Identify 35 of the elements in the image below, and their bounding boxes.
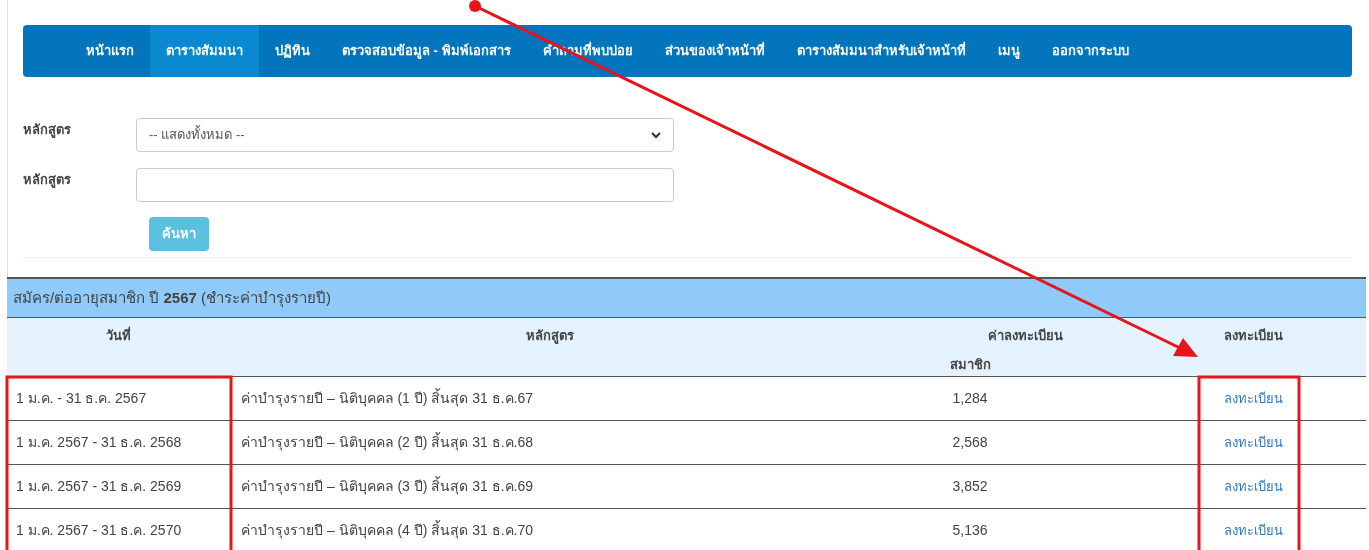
nav-tab[interactable]: เมนู xyxy=(981,25,1036,77)
column-header: ลงทะเบียน xyxy=(1223,327,1283,345)
column-header: วันที่ xyxy=(106,326,131,345)
course-cell: ค่าบำรุงรายปี – นิติบุคคล (2 ปี) สิ้นสุด 31 ธ.ค.68 xyxy=(241,432,534,453)
column-header: หลักสูตร xyxy=(526,327,574,346)
fee-cell-text: 1,284 xyxy=(952,389,988,408)
course-cell: ค่าบำรุงรายปี – นิติบุคคล (3 ปี) สิ้นสุด 31 ธ.ค.69 xyxy=(241,476,534,497)
date-cell-text: 1 ม.ค. - 31 ธ.ค. 2567 xyxy=(16,389,147,408)
column-subheader: สมาชิก xyxy=(949,355,991,374)
register-link[interactable]: ลงทะเบียน xyxy=(1223,432,1283,453)
fee-cell-text: 5,136 xyxy=(952,521,988,540)
column-header: ค่าลงทะเบียน xyxy=(987,327,1063,345)
date-cell-text: 1 ม.ค. 2567 - 31 ธ.ค. 2568 xyxy=(16,433,182,452)
nav-tab[interactable]: ตารางสัมมนาสำหรับเจ้าหน้าที่ xyxy=(780,25,982,77)
chevron-down-icon xyxy=(651,131,661,139)
nav-tab[interactable]: หน้าแรก xyxy=(70,25,150,77)
fee-cell-text: 2,568 xyxy=(952,433,988,452)
register-link[interactable]: ลงทะเบียน xyxy=(1223,476,1283,497)
course-cell: ค่าบำรุงรายปี – นิติบุคคล (1 ปี) สิ้นสุด 31 ธ.ค.67 xyxy=(241,388,534,409)
date-cell-text: 1 ม.ค. 2567 - 31 ธ.ค. 2570 xyxy=(16,521,182,540)
field-label: หลักสูตร xyxy=(23,171,72,190)
course-dropdown[interactable]: -- แสดงทั้งหมด -- xyxy=(136,118,674,152)
course-cell: ค่าบำรุงรายปี – นิติบุคคล (4 ปี) สิ้นสุด 31 ธ.ค.70 xyxy=(241,520,534,541)
nav-tab[interactable]: ส่วนของเจ้าหน้าที่ xyxy=(648,25,781,77)
nav-tab[interactable]: ตารางสัมมนา xyxy=(150,25,259,77)
field-label: หลักสูตร xyxy=(23,121,72,140)
nav-tab[interactable]: ตรวจสอบข้อมูล - พิมพ์เอกสาร xyxy=(326,25,527,77)
register-link[interactable]: ลงทะเบียน xyxy=(1223,520,1283,541)
course-input[interactable] xyxy=(136,168,674,202)
date-cell-text: 1 ม.ค. 2567 - 31 ธ.ค. 2569 xyxy=(16,477,182,496)
nav-tab[interactable]: ปฏิทิน xyxy=(259,25,326,77)
fee-cell-text: 3,852 xyxy=(952,477,988,496)
nav-tab[interactable]: ออกจากระบบ xyxy=(1035,25,1145,77)
table-title: สมัคร/ต่ออายุสมาชิก ปี 2567 (ชำระค่าบำรุงรายปี) xyxy=(7,279,1366,318)
register-link[interactable]: ลงทะเบียน xyxy=(1223,388,1283,409)
